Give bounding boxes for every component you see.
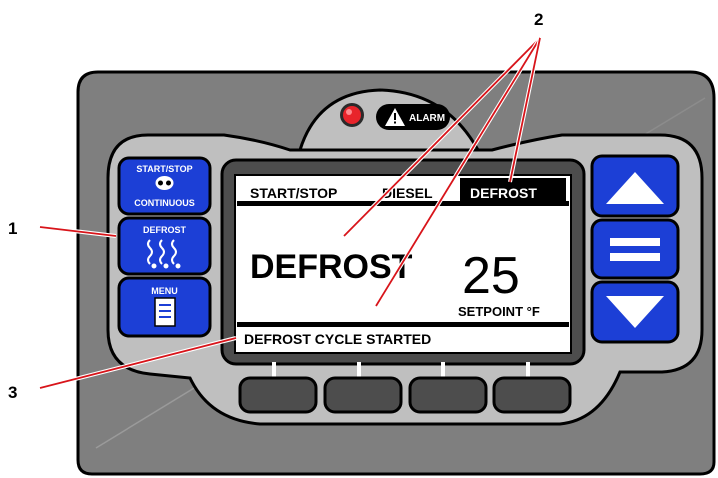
- soft-key-tick: [441, 362, 445, 378]
- tab-defrost[interactable]: DEFROST: [470, 185, 537, 201]
- menu-icon: [154, 297, 176, 327]
- status-divider: [237, 322, 569, 327]
- soft-key-tick: [357, 362, 361, 378]
- soft-key-tick: [526, 362, 530, 378]
- soft-key-tick: [272, 362, 276, 378]
- alarm-label: ALARM: [409, 113, 445, 124]
- alarm-button[interactable]: ALARM: [376, 104, 450, 130]
- tab-start-stop[interactable]: START/STOP: [250, 185, 337, 201]
- up-arrow-button[interactable]: [590, 154, 680, 218]
- callout-2: 2: [534, 10, 543, 29]
- soft-key-3[interactable]: [408, 376, 488, 414]
- menu-button[interactable]: MENU: [117, 276, 212, 338]
- start-stop-icon: [155, 176, 174, 190]
- setpoint-label: SETPOINT °F: [458, 304, 540, 319]
- controller-diagram: ALARM START/STOP DIESEL DEFROST DEFROST …: [0, 0, 718, 478]
- continuous-label: CONTINUOUS: [134, 198, 195, 208]
- alarm-led: [343, 106, 361, 124]
- status-message: DEFROST CYCLE STARTED: [244, 331, 431, 347]
- defrost-label: DEFROST: [143, 225, 187, 235]
- soft-key-4[interactable]: [492, 376, 572, 414]
- defrost-button[interactable]: DEFROST: [117, 216, 212, 276]
- mode-text: DEFROST: [250, 248, 413, 286]
- soft-key-1[interactable]: [238, 376, 318, 414]
- alarm-led-highlight: [346, 109, 352, 115]
- setpoint-value: 25: [462, 247, 520, 305]
- start-stop-continuous-button[interactable]: START/STOP CONTINUOUS: [117, 156, 212, 216]
- tab-divider: [237, 201, 569, 206]
- controller-illustration: ALARM START/STOP DIESEL DEFROST DEFROST …: [8, 10, 716, 476]
- down-arrow-button[interactable]: [590, 280, 680, 344]
- soft-key-2[interactable]: [323, 376, 403, 414]
- callout-1: 1: [8, 219, 17, 238]
- enter-button[interactable]: [590, 218, 680, 280]
- start-stop-label: START/STOP: [136, 164, 192, 174]
- callout-3: 3: [8, 383, 17, 402]
- menu-label: MENU: [151, 286, 178, 296]
